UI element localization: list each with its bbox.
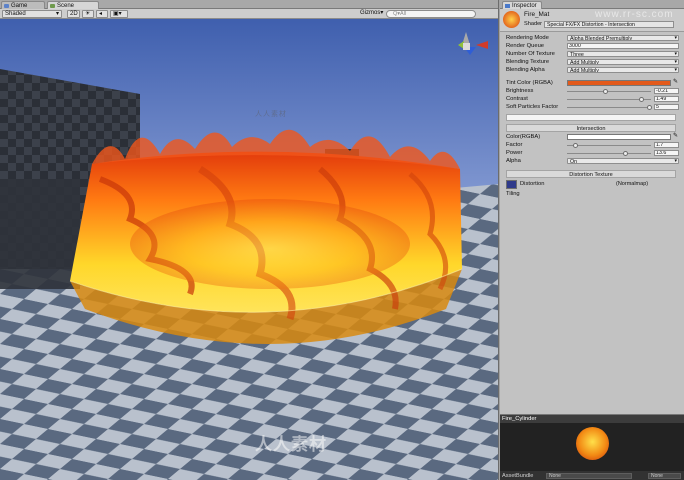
gizmos-dropdown[interactable]: Gizmos▾ <box>358 10 385 18</box>
scene-viewport[interactable] <box>0 19 499 480</box>
intersection-color-swatch[interactable] <box>567 134 671 140</box>
inspector-header: Inspector <box>500 0 684 9</box>
scene-toolbar: Shaded ▾ 2D ☀ ◂ ▣▾ Gizmos▾ Q▾All <box>0 9 498 19</box>
factor-slider[interactable] <box>573 143 579 148</box>
preview-panel: Fire_Cylinder AssetBundle None None <box>500 414 684 480</box>
fire-cylinder[interactable] <box>69 129 463 344</box>
distortion-texture-slot[interactable] <box>506 180 517 189</box>
factor-field[interactable]: 1.7 <box>654 142 679 148</box>
tab-inspector[interactable]: Inspector <box>502 1 542 9</box>
eyedropper-icon[interactable]: ✎ <box>673 78 678 86</box>
material-name: Fire_Mat <box>524 11 550 18</box>
tab-scene[interactable]: Scene <box>47 1 99 9</box>
power-field[interactable]: 13.6 <box>654 150 679 156</box>
preview-sphere[interactable] <box>576 427 609 460</box>
soft-particles-row: Soft Particles Factor 5 <box>506 103 679 111</box>
rendering-mode-row: Rendering Mode Alpha Blended Premultiply <box>506 34 679 42</box>
info-icon <box>505 4 510 8</box>
assetbundle-bar: AssetBundle None None <box>500 471 684 480</box>
blending-texture-dropdown[interactable]: Add Multiply <box>567 59 679 65</box>
scene-panel: Game Scene Shaded ▾ 2D ☀ ◂ ▣▾ Gizmos▾ Q▾A… <box>0 0 499 480</box>
contrast-field[interactable]: 1.49 <box>654 96 679 102</box>
blending-texture-row: Blending Texture Add Multiply <box>506 58 679 66</box>
tint-color-row: Tint Color (RGBA) ✎ <box>506 78 679 86</box>
soft-particles-field[interactable]: 5 <box>654 104 679 110</box>
render-queue-row: Render Queue 3000 <box>506 42 679 50</box>
power-row: Power 13.6 <box>506 149 679 157</box>
scene-search-input[interactable]: Q▾All <box>386 10 476 18</box>
brightness-track <box>567 91 651 92</box>
intersection-header: Intersection <box>506 124 676 132</box>
material-preview-icon <box>503 11 520 28</box>
num-texture-dropdown[interactable]: Three <box>567 51 679 57</box>
num-texture-row: Number Of Texture Three <box>506 50 679 58</box>
tint-color-swatch[interactable] <box>567 80 671 86</box>
factor-row: Factor 1.7 <box>506 141 679 149</box>
lighting-toggle[interactable]: ☀ <box>82 10 94 18</box>
tab-game[interactable]: Game <box>1 1 45 9</box>
distortion-tiling-row: Tiling <box>506 191 520 197</box>
scene-icon <box>50 4 55 8</box>
blending-alpha-row: Blending Alpha Add Multiply <box>506 66 679 74</box>
watermark-logo: 人人素材 <box>255 435 327 454</box>
eyedropper-icon[interactable]: ✎ <box>673 132 678 140</box>
watermark-mid: 人人素材 <box>255 111 287 118</box>
audio-toggle[interactable]: ◂ <box>96 10 108 18</box>
image-icon: ▣ <box>113 11 119 17</box>
contrast-slider[interactable] <box>639 97 644 102</box>
dark-wall-front <box>0 179 80 289</box>
alpha-dropdown[interactable]: On <box>567 158 679 164</box>
distortion-header: Distortion Texture <box>506 170 676 178</box>
factor-track <box>567 145 651 146</box>
brightness-field[interactable]: -0.21 <box>654 88 679 94</box>
alpha-row: Alpha On <box>506 157 679 165</box>
material-header: Fire_Mat Shader Special FX/FX Distortion… <box>500 9 684 32</box>
inspector-panel: Inspector Fire_Mat Shader Special FX/FX … <box>500 0 684 414</box>
power-track <box>567 153 651 154</box>
contrast-row: Contrast 1.49 <box>506 95 679 103</box>
assetbundle-name-dropdown[interactable]: None <box>546 473 632 479</box>
brightness-slider[interactable] <box>603 89 608 94</box>
sun-icon: ☀ <box>85 11 91 17</box>
power-slider[interactable] <box>623 151 628 156</box>
shader-dropdown[interactable]: Special FX/FX Distortion - Intersection <box>544 21 674 28</box>
preview-title: Fire_Cylinder <box>500 415 684 423</box>
game-icon <box>4 4 9 8</box>
effects-dropdown[interactable]: ▣▾ <box>110 10 128 18</box>
blending-alpha-dropdown[interactable]: Add Multiply <box>567 67 679 73</box>
rendering-mode-dropdown[interactable]: Alpha Blended Premultiply <box>567 35 679 41</box>
assetbundle-variant-dropdown[interactable]: None <box>648 473 681 479</box>
mode-2d-button[interactable]: 2D <box>67 10 80 18</box>
scene-tabbar: Game Scene <box>0 0 498 9</box>
shading-dropdown[interactable]: Shaded ▾ <box>2 10 62 18</box>
divider-bar <box>506 114 676 121</box>
soft-particles-slider[interactable] <box>647 105 652 110</box>
distortion-title-row: Distortion (Normalmap) <box>520 181 649 187</box>
color-rgba-row: Color(RGBA) ✎ <box>506 132 679 140</box>
soft-particles-track <box>567 107 651 108</box>
render-queue-field[interactable]: 3000 <box>567 43 679 49</box>
watermark-top: www.rr-sc.com <box>595 9 674 20</box>
brightness-row: Brightness -0.21 <box>506 87 679 95</box>
shader-label: Shader <box>524 21 543 27</box>
speaker-icon: ◂ <box>99 11 103 17</box>
